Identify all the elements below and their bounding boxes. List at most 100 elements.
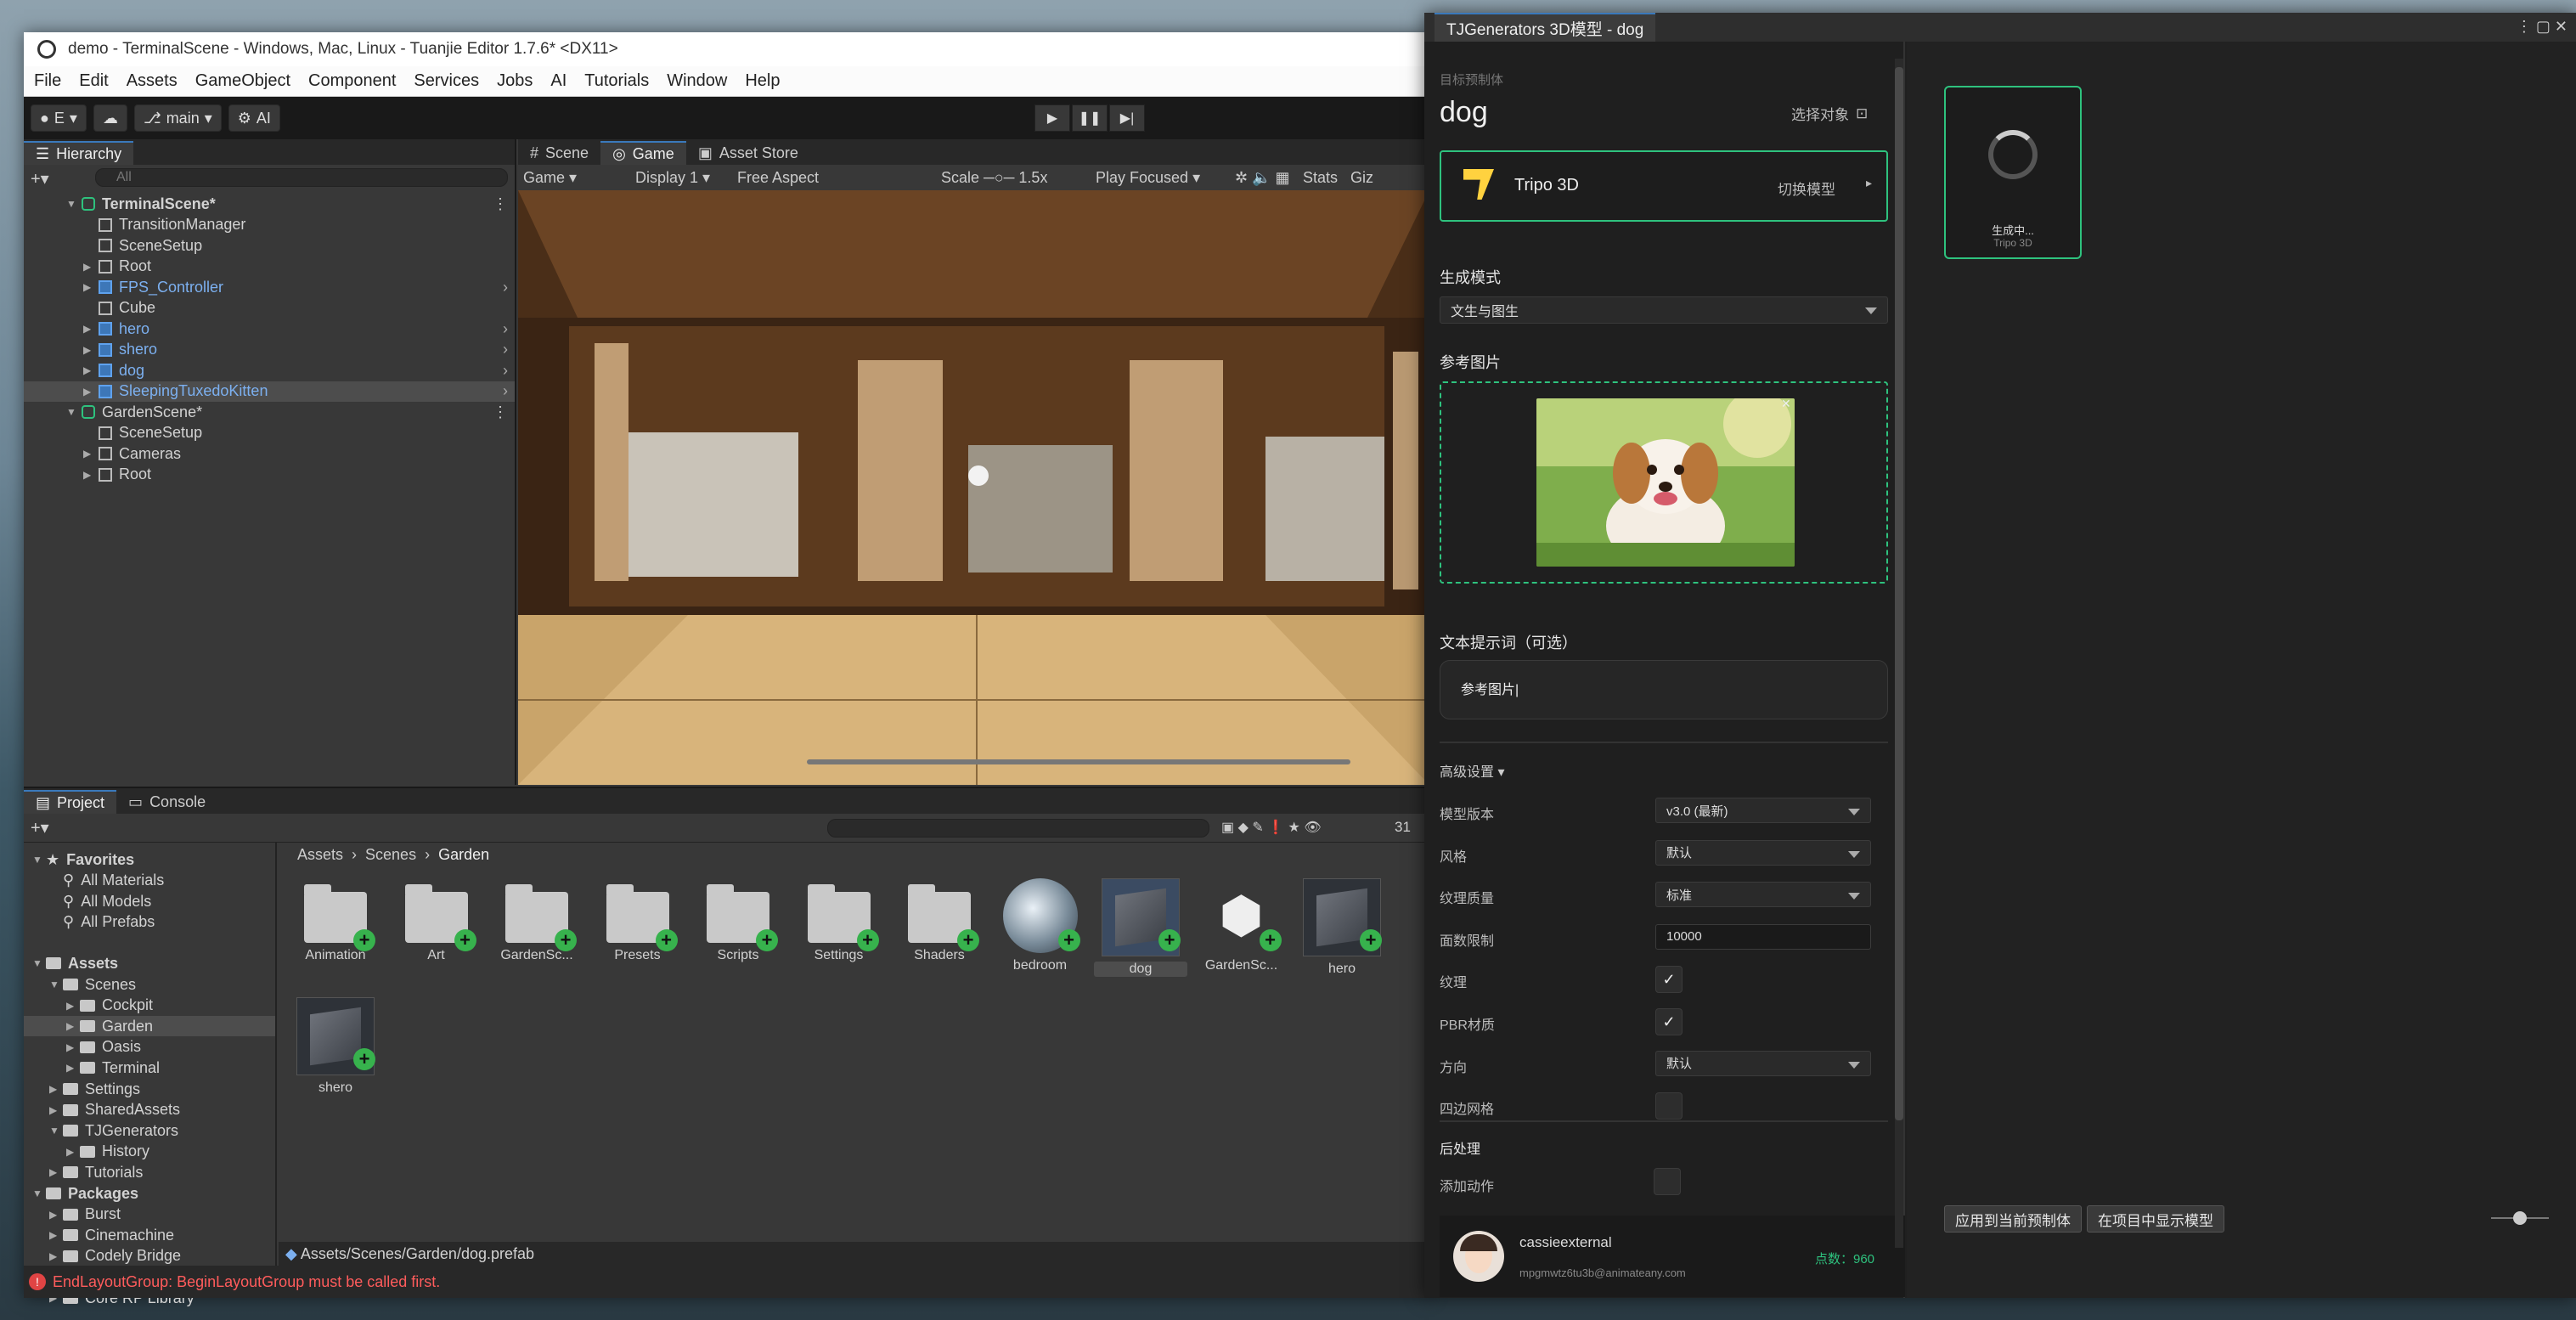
expand-arrow-icon[interactable]: ▶ <box>83 344 93 356</box>
menu-services[interactable]: Services <box>414 71 479 91</box>
apply-to-prefab-button[interactable]: 应用到当前预制体 <box>1944 1205 2082 1233</box>
open-prefab-icon[interactable]: › <box>503 341 508 358</box>
hierarchy-row[interactable]: ▶ SleepingTuxedoKitten › <box>24 381 515 402</box>
asset-tile[interactable]: + Shaders <box>893 878 986 963</box>
menu-help[interactable]: Help <box>745 71 780 91</box>
setting-dropdown[interactable]: 默认 <box>1655 839 1871 866</box>
project-tree-row[interactable]: ⚲ All Models <box>24 891 275 911</box>
select-object-button[interactable]: 选择对象 ⊡ <box>1791 103 1868 124</box>
hierarchy-row[interactable]: ▶ FPS_Controller › <box>24 277 515 297</box>
tab-scene[interactable]: # Scene <box>518 141 600 165</box>
expand-arrow-icon[interactable]: ▶ <box>49 1083 63 1095</box>
hierarchy-search-input[interactable]: All <box>95 168 508 187</box>
project-add-icon[interactable]: +▾ <box>31 817 49 838</box>
project-tree-row[interactable]: ▶ Terminal <box>24 1058 275 1078</box>
hierarchy-row[interactable]: ▶ hero › <box>24 319 515 339</box>
menu-window[interactable]: Window <box>667 71 727 91</box>
zoom-slider-thumb[interactable] <box>2513 1211 2527 1225</box>
expand-arrow-icon[interactable]: ▼ <box>32 957 46 969</box>
step-button[interactable]: ▶| <box>1109 104 1145 132</box>
model-selector[interactable]: Tripo 3D 切换模型 ▸ <box>1440 150 1888 222</box>
setting-dropdown[interactable]: 默认 <box>1655 1050 1871 1076</box>
cloud-button[interactable]: ☁ <box>93 104 127 132</box>
expand-arrow-icon[interactable]: ▶ <box>83 261 93 273</box>
open-prefab-icon[interactable]: › <box>503 382 508 400</box>
expand-arrow-icon[interactable]: ▶ <box>49 1250 63 1262</box>
gizmos-button[interactable]: Giz <box>1350 169 1376 187</box>
project-tree-row[interactable]: ▶ Cinemachine <box>24 1225 275 1245</box>
open-prefab-icon[interactable]: › <box>503 279 508 296</box>
result-card[interactable]: 生成中... Tripo 3D <box>1944 86 2082 259</box>
menu-assets[interactable]: Assets <box>127 71 178 91</box>
aspect-dropdown[interactable]: Free Aspect <box>732 169 936 187</box>
expand-arrow-icon[interactable]: ▶ <box>66 1062 80 1074</box>
expand-arrow-icon[interactable]: ▼ <box>66 198 76 210</box>
menu-component[interactable]: Component <box>308 71 396 91</box>
hierarchy-row[interactable]: ▼ TerminalScene* ⋮ <box>24 194 515 214</box>
hierarchy-row[interactable]: SceneSetup <box>24 235 515 256</box>
show-in-project-button[interactable]: 在项目中显示模型 <box>2087 1205 2224 1233</box>
play-button[interactable]: ▶ <box>1034 104 1070 132</box>
expand-arrow-icon[interactable]: ▶ <box>49 1209 63 1221</box>
menu-jobs[interactable]: Jobs <box>497 71 533 91</box>
project-tree-row[interactable]: ▼ Packages <box>24 1183 275 1204</box>
ai-button[interactable]: ⚙ AI <box>228 104 280 132</box>
setting-checkbox[interactable]: ✓ <box>1655 966 1683 994</box>
gen-mode-dropdown[interactable]: 文生与图生 <box>1440 296 1888 324</box>
scrollbar-thumb[interactable] <box>1895 67 1903 1120</box>
asset-tile[interactable]: + Settings <box>792 878 886 963</box>
asset-tile[interactable]: + Animation <box>289 878 382 963</box>
advanced-toggle[interactable]: 高级设置 ▾ <box>1440 760 1505 781</box>
window-controls[interactable]: ⋮ ▢ ✕ <box>2517 18 2568 36</box>
play-mode-dropdown[interactable]: Play Focused ▾ <box>1091 169 1235 187</box>
hierarchy-row[interactable]: TransitionManager <box>24 215 515 235</box>
project-tree-row[interactable]: ▶ Garden <box>24 1016 275 1037</box>
setting-checkbox[interactable]: ✓ <box>1655 1008 1683 1035</box>
scrollbar[interactable] <box>1895 59 1903 1248</box>
remove-image-icon[interactable]: ✕ <box>1781 397 1791 411</box>
menu-tutorials[interactable]: Tutorials <box>584 71 649 91</box>
game-render[interactable] <box>518 190 1429 785</box>
expand-arrow-icon[interactable]: ▶ <box>66 1020 80 1032</box>
project-tree-row[interactable]: ▶ Cockpit <box>24 996 275 1016</box>
project-tree-row[interactable]: ▶ Burst <box>24 1204 275 1225</box>
breadcrumb-assets[interactable]: Assets <box>297 846 343 864</box>
menu-edit[interactable]: Edit <box>79 71 108 91</box>
asset-tile[interactable]: + GardenSc... <box>490 878 583 963</box>
expand-arrow-icon[interactable]: ▼ <box>49 1125 63 1137</box>
tab-asset-store[interactable]: ▣ Asset Store <box>686 141 810 165</box>
add-anim-checkbox[interactable] <box>1654 1168 1681 1195</box>
tab-hierarchy[interactable]: ☰ Hierarchy <box>24 141 134 165</box>
expand-arrow-icon[interactable]: ▼ <box>32 1187 46 1199</box>
account-button[interactable]: ● E ▾ <box>31 104 87 132</box>
project-tree-row[interactable]: ▶ Settings <box>24 1079 275 1099</box>
display-mode-dropdown[interactable]: Game ▾ <box>518 169 630 187</box>
tj-title-tab[interactable]: TJGenerators 3D模型 - dog <box>1435 13 1656 42</box>
expand-arrow-icon[interactable]: ▶ <box>83 364 93 376</box>
scene-menu-icon[interactable]: ⋮ <box>493 403 508 421</box>
setting-dropdown[interactable]: v3.0 (最新) <box>1655 798 1871 823</box>
expand-arrow-icon[interactable]: ▶ <box>49 1104 63 1116</box>
open-prefab-icon[interactable]: › <box>503 320 508 338</box>
asset-tile[interactable]: + hero <box>1295 878 1389 977</box>
project-tree-row[interactable]: ▼ TJGenerators <box>24 1120 275 1141</box>
asset-tile[interactable]: + Scripts <box>691 878 785 963</box>
asset-tile[interactable]: + dog <box>1094 878 1187 977</box>
expand-arrow-icon[interactable]: ▼ <box>49 979 63 990</box>
status-bar[interactable]: ! EndLayoutGroup: BeginLayoutGroup must … <box>24 1266 1429 1298</box>
expand-arrow-icon[interactable]: ▶ <box>83 281 93 293</box>
branch-button[interactable]: ⎇ main ▾ <box>133 104 222 132</box>
asset-tile[interactable]: + Presets <box>591 878 685 963</box>
asset-tile[interactable]: + bedroom <box>994 878 1087 973</box>
expand-arrow-icon[interactable]: ▶ <box>83 323 93 335</box>
project-tree-row[interactable]: ▶ SharedAssets <box>24 1100 275 1120</box>
hierarchy-row[interactable]: ▶ Root <box>24 257 515 277</box>
open-prefab-icon[interactable]: › <box>503 362 508 380</box>
prompt-input[interactable]: 参考图片| <box>1440 660 1888 719</box>
expand-arrow-icon[interactable]: ▶ <box>49 1229 63 1241</box>
ref-image-dropzone[interactable]: ✕ <box>1440 381 1888 584</box>
tab-project[interactable]: ▤ Project <box>24 790 117 814</box>
hierarchy-row[interactable]: ▶ Cameras <box>24 443 515 464</box>
project-tree-row[interactable]: ▼ Scenes <box>24 974 275 995</box>
project-tree-row[interactable]: ▶ Tutorials <box>24 1162 275 1182</box>
